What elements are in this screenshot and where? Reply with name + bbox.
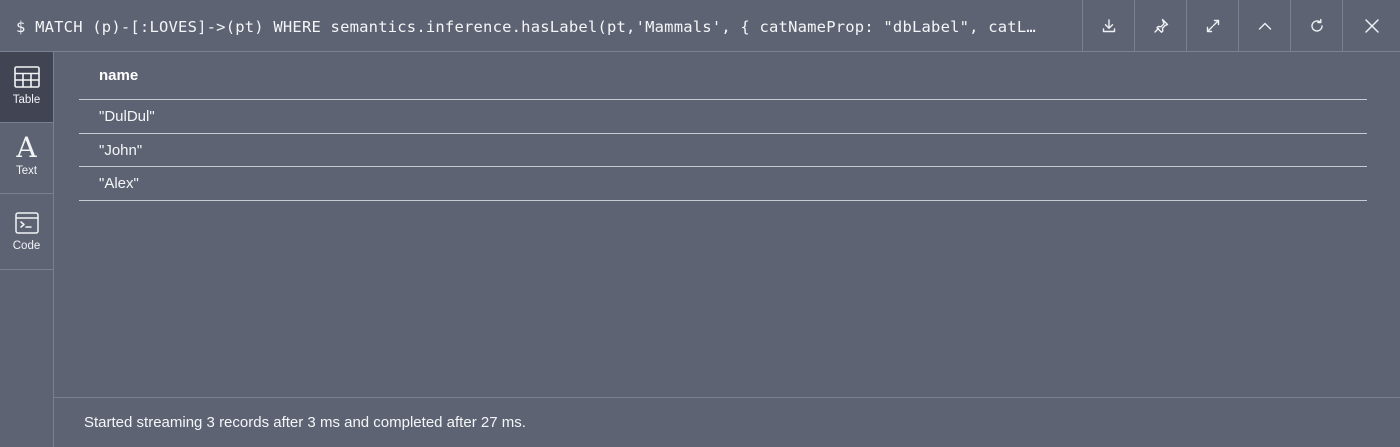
text-icon: A — [16, 131, 37, 164]
table-row: "DulDul" — [79, 100, 1367, 134]
frame-header: $ MATCH (p)-[:LOVES]->(pt) WHERE semanti… — [0, 0, 1400, 52]
close-icon — [1364, 19, 1379, 33]
query-text[interactable]: $ MATCH (p)-[:LOVES]->(pt) WHERE semanti… — [16, 0, 1082, 52]
view-tab-text[interactable]: A Text — [0, 123, 53, 194]
code-icon — [14, 212, 39, 234]
expand-icon — [1206, 19, 1219, 33]
column-header-name: name — [79, 52, 1367, 100]
pin-icon — [1153, 18, 1168, 33]
pin-button[interactable] — [1134, 0, 1186, 52]
status-bar: Started streaming 3 records after 3 ms a… — [54, 397, 1400, 447]
status-message: Started streaming 3 records after 3 ms a… — [84, 414, 526, 431]
table-row: "John" — [79, 134, 1367, 167]
refresh-icon — [1310, 18, 1323, 32]
view-tab-code[interactable]: Code — [0, 198, 53, 270]
view-tab-table[interactable]: Table — [0, 52, 53, 123]
table-row: "Alex" — [79, 167, 1367, 201]
result-table: name "DulDul" "John" "Alex" — [79, 52, 1367, 201]
view-switcher: Table A Text Code — [0, 52, 54, 447]
view-tab-label: Text — [15, 165, 38, 177]
view-tab-label: Code — [12, 240, 41, 252]
table-icon — [13, 66, 40, 88]
download-button[interactable] — [1082, 0, 1134, 52]
view-tab-label: Table — [12, 94, 41, 106]
fullscreen-button[interactable] — [1186, 0, 1238, 52]
chevron-up-icon — [1258, 22, 1271, 30]
collapse-button[interactable] — [1238, 0, 1290, 52]
close-button[interactable] — [1342, 0, 1400, 52]
rerun-button[interactable] — [1290, 0, 1342, 52]
result-frame: $ MATCH (p)-[:LOVES]->(pt) WHERE semanti… — [0, 0, 1400, 447]
download-icon — [1102, 19, 1115, 33]
